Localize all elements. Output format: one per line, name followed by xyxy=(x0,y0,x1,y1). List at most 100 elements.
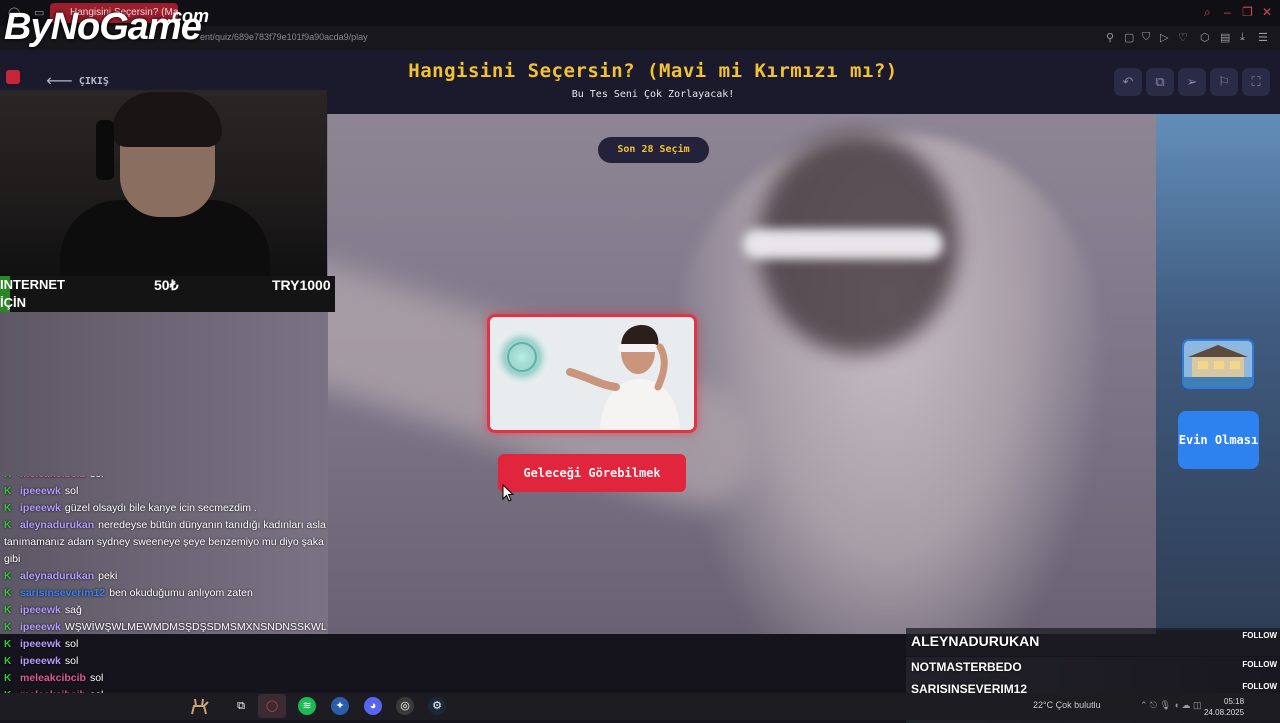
undo-button[interactable]: ↶ xyxy=(1114,68,1142,96)
chat-message: Kipeeewk sol xyxy=(0,636,330,653)
chat-username: ipeeewk xyxy=(20,604,61,616)
clock[interactable]: 05:18 24.08.2025 xyxy=(1204,696,1244,718)
kick-badge-icon: K xyxy=(4,639,12,650)
chat-message: Kipeeewk güzel olsaydı bile kanye icin se… xyxy=(0,500,330,517)
choice-background xyxy=(328,114,1156,634)
opera-taskbar-icon[interactable]: ◯ xyxy=(258,694,286,718)
chat-username: meleakcibcib xyxy=(20,476,86,480)
channel-logo-suffix: .com xyxy=(167,6,210,26)
clock-time: 05:18 xyxy=(1224,697,1245,706)
chat-text: WŞWİWŞWLMEWMDMSŞDŞSDMSMXNSNDNSSKWL xyxy=(64,621,327,633)
chat-text: sol xyxy=(64,638,79,650)
chat-text: sağ xyxy=(64,604,82,616)
chat-message: Kmeleakcibcibsol xyxy=(0,670,330,687)
clock-date: 24.08.2025 xyxy=(1204,708,1245,717)
url-text[interactable]: ent/quiz/689e783f79e101f9a90acda9/play xyxy=(200,32,368,42)
weather-widget[interactable]: 22°C Çok bulutlu xyxy=(1033,700,1101,710)
chat-text: sol xyxy=(64,485,79,497)
share-icon: ⧉ xyxy=(1155,74,1165,89)
donation-amount: 50₺ xyxy=(154,277,179,293)
mouse-cursor-icon xyxy=(502,484,515,502)
kick-badge-icon: K xyxy=(4,520,12,531)
extensions-icon[interactable]: ⬡ xyxy=(1200,31,1210,44)
obs-icon[interactable]: ◎ xyxy=(396,697,414,715)
fullscreen-button[interactable]: ⛶ xyxy=(1242,68,1270,96)
chat-message: Kipeeewk sol xyxy=(0,483,330,500)
chat-username: aleynadurukan xyxy=(20,519,95,531)
chat-message: Kaleynadurukan neredeyse bütün dünyanın t… xyxy=(0,517,330,568)
steam-icon[interactable]: ⚙ xyxy=(428,697,446,715)
donation-goal-label: INTERNET İÇİN xyxy=(0,277,65,310)
kick-badge-icon: K xyxy=(4,486,12,497)
search-icon[interactable]: ⌕ xyxy=(1204,5,1211,20)
chat-message: Kipeeewk WŞWİWŞWLMEWMDMSŞDŞSDMSMXNSNDNSSK… xyxy=(0,619,330,636)
kick-badge-icon: K xyxy=(4,503,12,514)
chat-message: Kmeleakcibcibsol xyxy=(0,476,330,483)
chat-username: ipeeewk xyxy=(20,655,61,667)
kick-badge-icon: K xyxy=(4,605,12,616)
follower-name: NOTMASTERBEDO xyxy=(911,660,1022,674)
chat-text: sol xyxy=(64,655,79,667)
chat-overlay: KmeleakcibcibsolKipeeewksolKipeeewkgüzel… xyxy=(0,476,330,716)
discord-icon[interactable]: ◕ xyxy=(364,697,382,715)
tray-icons[interactable]: ⌃ ⎋ 🎙 ◖ ☁ ◫ xyxy=(1140,700,1202,711)
flag-icon: ⚐ xyxy=(1218,74,1230,89)
chat-message: Kipeeewk sol xyxy=(0,653,330,670)
recent-choices-badge[interactable]: Son 28 Seçim xyxy=(598,137,709,163)
maximize-icon[interactable]: ❐ xyxy=(1242,5,1253,19)
chat-username: ipeeewk xyxy=(20,485,61,497)
left-choice-button[interactable]: Geleceği Görebilmek xyxy=(498,454,686,492)
close-icon[interactable]: ✕ xyxy=(1262,5,1272,19)
chat-text: güzel olsaydı bile kanye icin secmezdim … xyxy=(64,502,257,514)
snapshot-icon[interactable]: ▢ xyxy=(1124,31,1134,44)
kick-badge-icon: K xyxy=(4,588,12,599)
follow-tag: FOLLOW xyxy=(1242,660,1277,669)
fullscreen-icon: ⛶ xyxy=(1251,74,1261,89)
vr-woman-image xyxy=(490,317,694,430)
kick-badge-icon: K xyxy=(4,673,12,684)
chat-text: sol xyxy=(89,672,104,684)
app-icon[interactable]: ✦ xyxy=(331,697,349,715)
left-choice-image[interactable] xyxy=(487,314,697,433)
send-button[interactable]: ➢ xyxy=(1178,68,1206,96)
deer-widget-icon xyxy=(186,694,214,718)
download-icon[interactable]: ⤓ xyxy=(1240,31,1245,44)
minimize-icon[interactable]: – xyxy=(1224,5,1231,19)
follow-tag: FOLLOW xyxy=(1242,631,1277,640)
chat-message: Kaleynadurukan peki xyxy=(0,568,330,585)
report-button[interactable]: ⚐ xyxy=(1210,68,1238,96)
heart-icon[interactable]: ♡ xyxy=(1178,31,1188,44)
chat-username: aleynadurukan xyxy=(20,570,95,582)
send-icon: ➢ xyxy=(1186,74,1198,89)
spotify-icon[interactable]: ≋ xyxy=(298,697,316,715)
webcam-feed xyxy=(0,90,327,276)
background-visor xyxy=(743,229,943,259)
task-view-icon[interactable]: ⧉ xyxy=(232,697,250,715)
follower-row: ALEYNADURUKAN FOLLOW xyxy=(906,628,1280,656)
menu-icon[interactable]: ☰ xyxy=(1258,31,1268,44)
chat-message: Kipeeewk sağ xyxy=(0,602,330,619)
undo-icon: ↶ xyxy=(1122,74,1134,89)
shield-icon[interactable]: ⛉ xyxy=(1142,31,1150,44)
kick-badge-icon: K xyxy=(4,571,12,582)
kick-badge-icon: K xyxy=(4,656,12,667)
chat-username: ipeeewk xyxy=(20,638,61,650)
share-button[interactable]: ⧉ xyxy=(1146,68,1174,96)
headset-icon xyxy=(96,120,114,180)
chat-username: sarisinseverim12 xyxy=(20,587,106,599)
chat-username: ipeeewk xyxy=(20,502,61,514)
right-choice-button[interactable]: Evin Olması xyxy=(1178,411,1259,469)
wallet-icon[interactable]: ▤ xyxy=(1220,31,1230,44)
kick-badge-icon: K xyxy=(4,476,14,483)
chat-username: ipeeewk xyxy=(20,621,61,633)
chat-message: Ksarisinseverim12 ben okuduğumu anlıyom z… xyxy=(0,585,330,602)
right-choice-image[interactable] xyxy=(1182,339,1254,389)
chat-text: ben okuduğumu anlıyom zaten xyxy=(109,587,253,599)
chat-text: peki xyxy=(98,570,118,582)
pin-icon[interactable]: ⚲ xyxy=(1106,31,1114,44)
follower-row: NOTMASTERBEDO FOLLOW xyxy=(906,657,1280,679)
play-icon[interactable]: ▷ xyxy=(1160,31,1168,44)
webcam-hair xyxy=(112,92,222,147)
donation-goal-target: TRY1000 xyxy=(272,277,331,293)
follower-name: ALEYNADURUKAN xyxy=(911,633,1040,649)
